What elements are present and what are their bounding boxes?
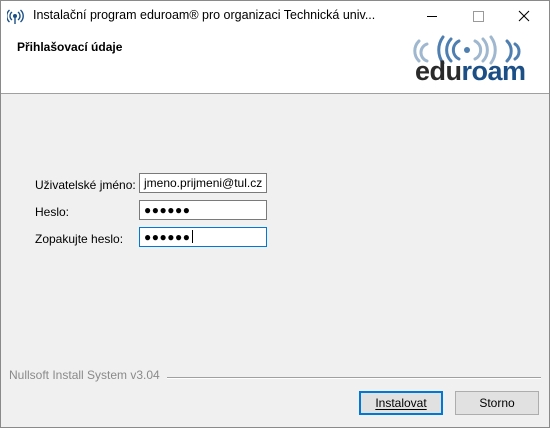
confirm-password-input[interactable]: ●●●●●● [139,227,267,247]
installer-window: Instalační program eduroam® pro organiza… [0,0,550,428]
eduroam-wifi-icon [7,9,24,24]
footer-divider [167,377,541,379]
confirm-password-value: ●●●●●● [144,230,191,244]
logo-text-edu: edu [415,56,462,86]
confirm-password-label: Zopakujte heslo: [35,232,124,246]
password-input[interactable]: ●●●●●● [139,200,267,220]
header-banner: Přihlašovací údaje eduroam [1,31,549,94]
maximize-icon [472,10,484,22]
window-title: Instalační program eduroam® pro organiza… [33,8,376,22]
close-button[interactable] [501,1,547,31]
password-label: Heslo: [35,205,70,219]
title-bar[interactable]: Instalační program eduroam® pro organiza… [1,1,549,31]
logo-text-roam: roam [461,56,527,86]
minimize-button[interactable] [409,1,455,31]
username-input[interactable]: jmeno.prijmeni@tul.cz [139,173,267,193]
close-icon [518,10,530,22]
cancel-button[interactable]: Storno [455,391,539,415]
install-button[interactable]: Instalovat [359,391,443,415]
username-label: Uživatelské jméno: [35,178,136,192]
page-title: Přihlašovací údaje [17,40,123,54]
eduroam-logo: eduroam [409,35,539,89]
install-button-label: Instalovat [375,396,427,410]
logo-text: eduroam [415,57,526,85]
cancel-button-label: Storno [479,396,515,410]
minimize-icon [427,15,437,17]
installer-branding: Nullsoft Install System v3.04 [9,368,160,382]
maximize-button[interactable] [455,1,501,31]
text-caret [191,230,193,243]
